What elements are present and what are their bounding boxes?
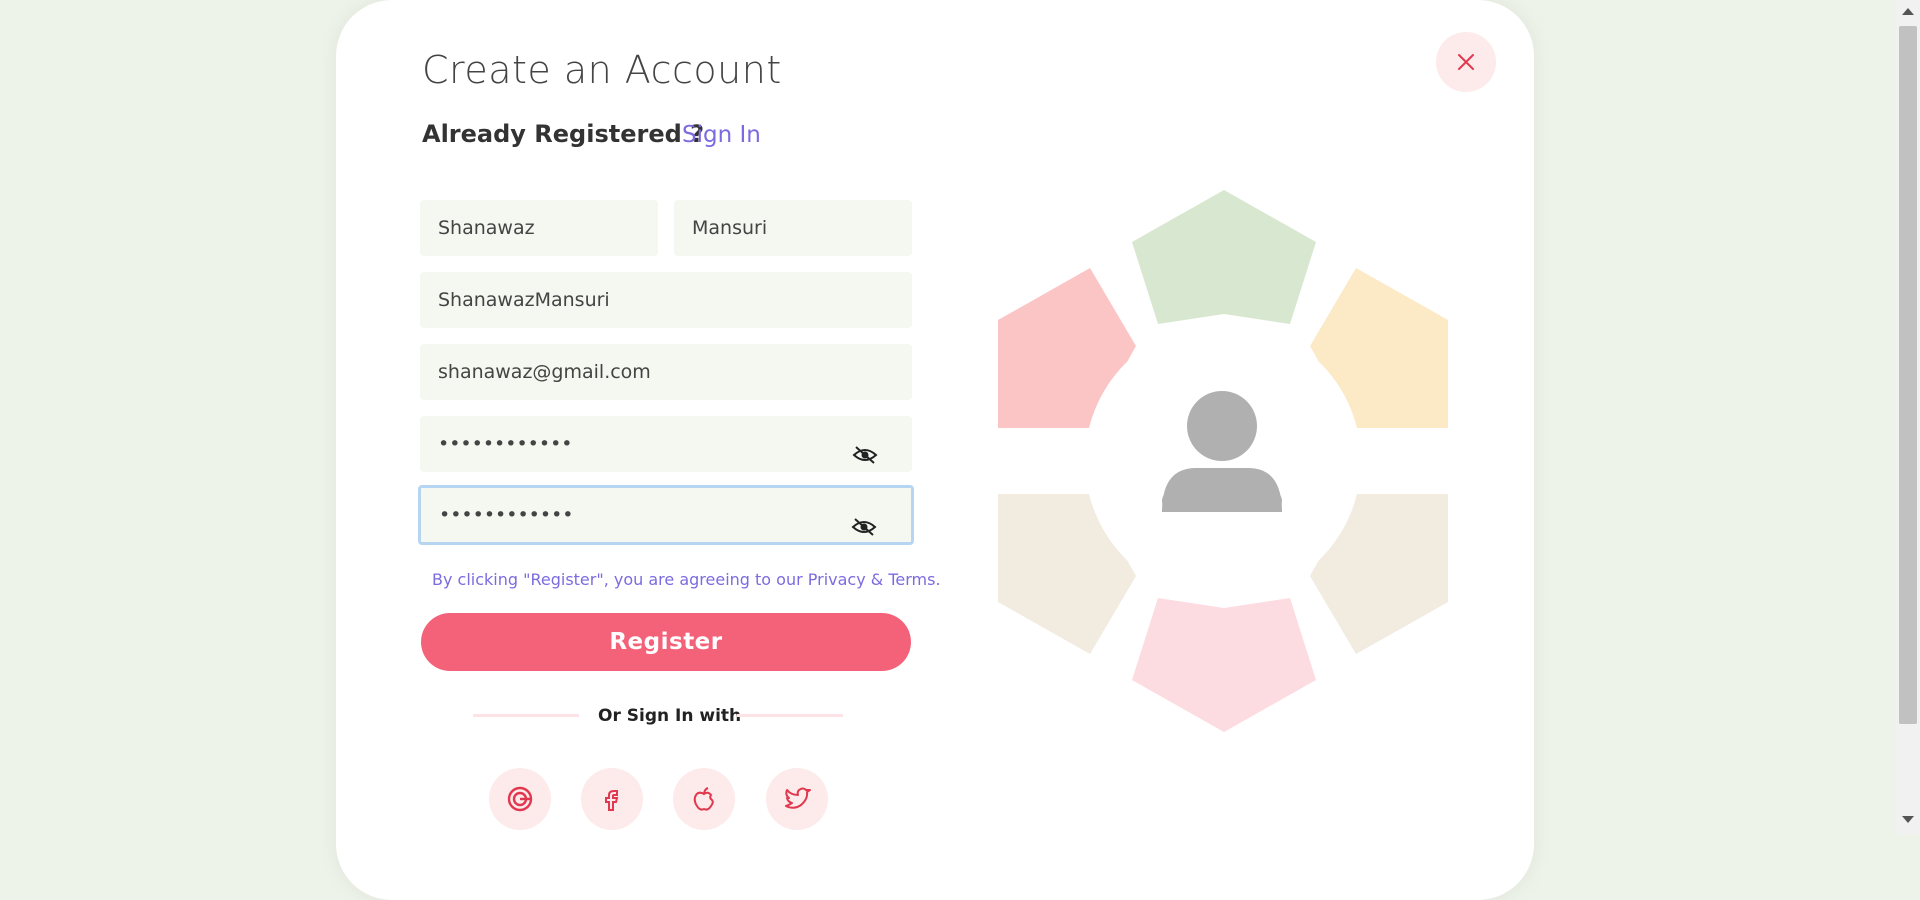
email-field[interactable]: shanawaz@gmail.com xyxy=(420,344,912,400)
email-value: shanawaz@gmail.com xyxy=(438,361,651,383)
or-sign-in-text: Or Sign In with xyxy=(598,706,742,726)
terms-text: By clicking "Register", you are agreeing… xyxy=(432,570,941,589)
password-value: •••••••••••• xyxy=(438,433,573,455)
first-name-value: Shanawaz xyxy=(438,217,535,239)
scroll-up-icon[interactable] xyxy=(1902,8,1914,15)
facebook-signin-button[interactable] xyxy=(581,768,643,830)
username-value: ShanawazMansuri xyxy=(438,289,610,311)
close-icon xyxy=(1458,54,1474,70)
twitter-signin-button[interactable] xyxy=(766,768,828,830)
eye-slash-icon[interactable] xyxy=(851,518,877,536)
divider xyxy=(473,714,579,717)
pentagon-shape xyxy=(1132,190,1316,324)
avatar-illustration xyxy=(998,190,1448,732)
apple-signin-button[interactable] xyxy=(673,768,735,830)
pentagon-shape xyxy=(1132,598,1316,732)
already-registered-text: Already Registered ? xyxy=(422,120,705,148)
register-button[interactable]: Register xyxy=(421,613,911,671)
google-icon xyxy=(507,786,533,812)
confirm-password-value: •••••••••••• xyxy=(439,504,574,526)
scroll-down-icon[interactable] xyxy=(1902,816,1914,823)
google-signin-button[interactable] xyxy=(489,768,551,830)
first-name-field[interactable]: Shanawaz xyxy=(420,200,658,256)
confirm-password-field[interactable]: •••••••••••• xyxy=(418,485,914,545)
sign-in-link[interactable]: Sign In xyxy=(682,122,761,148)
last-name-field[interactable]: Mansuri xyxy=(674,200,912,256)
scrollbar-thumb[interactable] xyxy=(1899,26,1917,724)
last-name-value: Mansuri xyxy=(692,217,768,239)
twitter-icon xyxy=(785,787,811,809)
username-field[interactable]: ShanawazMansuri xyxy=(420,272,912,328)
page-title: Create an Account xyxy=(422,48,782,92)
facebook-icon xyxy=(605,790,619,811)
password-field[interactable]: •••••••••••• xyxy=(420,416,912,472)
divider xyxy=(737,714,843,717)
apple-icon xyxy=(693,787,714,811)
close-button[interactable] xyxy=(1436,32,1496,92)
eye-slash-icon[interactable] xyxy=(852,446,878,464)
